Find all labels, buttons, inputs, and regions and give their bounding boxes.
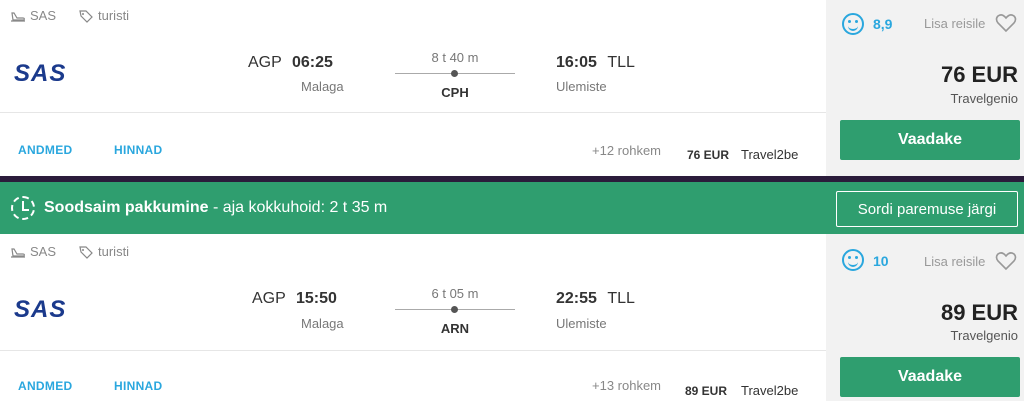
stop-dot	[451, 70, 458, 77]
tag-icon	[79, 9, 93, 23]
prices-link[interactable]: HINNAD	[114, 143, 162, 157]
more-offers-link[interactable]: +13 rohkem	[592, 378, 661, 393]
heart-icon[interactable]	[995, 251, 1017, 271]
more-offers-link[interactable]: +12 rohkem	[592, 143, 661, 158]
price-provider: Travelgenio	[950, 91, 1018, 106]
stop-airport: CPH	[441, 85, 469, 100]
price-provider: Travelgenio	[950, 328, 1018, 343]
add-to-trip-label[interactable]: Lisa reisile	[924, 16, 985, 31]
departure-code: AGP	[248, 54, 282, 71]
arrival-city: Ulemiste	[556, 316, 607, 331]
airline-name: SAS	[30, 8, 57, 23]
flight-card: SAS turisti SAS AGP 15:50 Malaga 6 t 05 …	[0, 234, 1024, 401]
airplane-icon	[11, 247, 25, 258]
card-divider	[0, 350, 826, 351]
flight-card-main: SAS turisti SAS AGP 15:50 Malaga 6 t 05 …	[0, 234, 826, 401]
departure-code: AGP	[252, 290, 286, 307]
card-divider	[0, 112, 826, 113]
arrival-code: TLL	[607, 54, 635, 71]
tag-icon	[79, 245, 93, 259]
sort-by-best-button[interactable]: Sordi paremuse järgi	[836, 191, 1018, 227]
price: 89 EUR	[940, 300, 1018, 325]
banner-text: Soodsaim pakkumine - aja kokkuhoid: 2 t …	[44, 199, 387, 217]
price: 76 EUR	[940, 62, 1018, 87]
airline-name: SAS	[30, 244, 57, 259]
arrival-time: 22:55	[556, 290, 597, 307]
banner-subtitle: - aja kokkuhoid: 2 t 35 m	[208, 199, 388, 216]
departure-city: Malaga	[301, 79, 344, 94]
airline-logo: SAS	[14, 296, 67, 323]
view-deal-button[interactable]: Vaadake	[840, 357, 1020, 397]
rating-score: 8,9	[873, 16, 893, 32]
alt-offer-price: 76 EUR	[687, 148, 730, 162]
cabin-class: turisti	[98, 8, 130, 23]
banner-title: Soodsaim pakkumine	[44, 199, 209, 216]
heart-icon[interactable]	[995, 13, 1017, 33]
smiley-icon	[842, 13, 864, 35]
prices-link[interactable]: HINNAD	[114, 379, 162, 393]
departure-time: 06:25	[291, 54, 333, 71]
smiley-icon	[842, 249, 864, 271]
flight-card: SAS turisti SAS AGP 06:25 Malaga 8 t 40 …	[0, 0, 1024, 176]
flight-meta: SAS turisti	[10, 244, 129, 259]
alt-offer-provider: Travel2be	[741, 383, 799, 398]
airplane-icon	[11, 11, 25, 22]
stop-airport: ARN	[440, 321, 470, 336]
details-link[interactable]: ANDMED	[18, 379, 72, 393]
departure: AGP 15:50	[252, 290, 337, 308]
add-to-trip-label[interactable]: Lisa reisile	[924, 254, 985, 269]
arrival: 16:05 TLL	[556, 54, 635, 72]
arrival: 22:55 TLL	[556, 290, 635, 308]
flight-duration: 6 t 05 m	[431, 286, 479, 301]
arrival-time: 16:05	[556, 54, 597, 71]
timer-icon	[11, 196, 35, 220]
details-link[interactable]: ANDMED	[18, 143, 72, 157]
flight-meta: SAS turisti	[10, 8, 129, 23]
arrival-city: Ulemiste	[556, 79, 607, 94]
alt-offer-price: 89 EUR	[685, 384, 728, 398]
departure-time: 15:50	[295, 290, 337, 307]
alt-offer-provider: Travel2be	[741, 147, 799, 162]
view-deal-button[interactable]: Vaadake	[840, 120, 1020, 160]
stop-dot	[451, 306, 458, 313]
cabin-class: turisti	[98, 244, 130, 259]
arrival-code: TLL	[607, 290, 635, 307]
departure: AGP 06:25	[248, 54, 333, 72]
departure-city: Malaga	[301, 316, 344, 331]
flight-card-main: SAS turisti SAS AGP 06:25 Malaga 8 t 40 …	[0, 0, 826, 176]
rating-score: 10	[873, 253, 889, 269]
airline-logo: SAS	[14, 60, 67, 87]
flight-duration: 8 t 40 m	[431, 50, 479, 65]
